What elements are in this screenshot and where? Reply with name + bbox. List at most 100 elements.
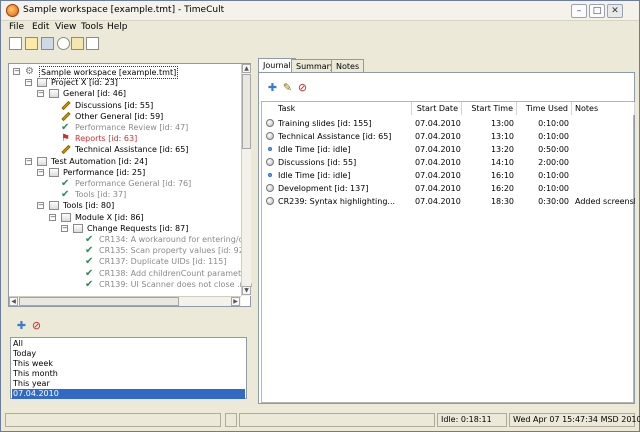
- scroll-right-icon[interactable]: ▶: [231, 297, 240, 306]
- datetime-status: Wed Apr 07 15:47:34 MSD 2010: [509, 413, 640, 427]
- tree-item[interactable]: − Tools [id: 80]: [9, 200, 241, 211]
- folder-icon: [73, 223, 83, 233]
- tree-item[interactable]: − Change Requests [id: 87]: [9, 223, 241, 234]
- menu-tools[interactable]: Tools: [81, 22, 103, 32]
- table-row[interactable]: Idle Time [id: idle] 07.04.2010 13:20 0:50:…: [262, 143, 633, 156]
- filter-item[interactable]: This week: [12, 359, 245, 369]
- tree-item[interactable]: − Module X [id: 86]: [9, 212, 241, 223]
- tree-item[interactable]: Other General [id: 59]: [9, 111, 241, 122]
- new-file-icon[interactable]: [9, 37, 22, 50]
- folder-icon: [49, 201, 59, 211]
- title-bar[interactable]: Sample workspace [example.tmt] - TimeCul…: [1, 1, 639, 21]
- tree-item-label: CR139: UI Scanner does not close .ma: [99, 279, 253, 289]
- status-cell-empty-1: [5, 413, 221, 427]
- menu-edit[interactable]: Edit: [32, 22, 49, 32]
- cell-notes: [572, 130, 635, 143]
- add-filter-icon[interactable]: ✚: [16, 320, 27, 331]
- tree-item-label: CR138: Add childrenCount parameter: [99, 268, 250, 278]
- idle-time-status: Idle: 0:18:11: [437, 413, 507, 427]
- window-title: Sample workspace [example.tmt] - TimeCul…: [23, 5, 225, 15]
- minimize-button[interactable]: –: [571, 4, 587, 18]
- tree-item[interactable]: ✔ CR138: Add childrenCount parameter: [9, 268, 249, 279]
- collapse-icon[interactable]: −: [37, 90, 44, 98]
- tree-item[interactable]: ✔ CR135: Scan property values [id: 92]: [9, 245, 247, 256]
- scroll-left-icon[interactable]: ◀: [9, 297, 18, 306]
- tree-item[interactable]: ✔ Performance Review [id: 47]: [9, 122, 241, 133]
- menu-view[interactable]: View: [55, 22, 76, 32]
- remove-filter-icon[interactable]: ⊘: [31, 320, 42, 331]
- tree-item[interactable]: − Test Automation [id: 24]: [9, 156, 241, 167]
- filter-item[interactable]: This year: [12, 379, 245, 389]
- scroll-up-icon[interactable]: ▲: [242, 64, 251, 73]
- add-entry-icon[interactable]: ✚: [267, 82, 278, 93]
- column-header[interactable]: Time Used: [517, 102, 572, 115]
- table-row[interactable]: Development [id: 137] 07.04.2010 16:20 0:10…: [262, 182, 633, 195]
- table-row[interactable]: CR239: Syntax highlighting... 07.04.2010 1…: [262, 195, 635, 208]
- menu-bar: File Edit View Tools Help: [1, 21, 639, 35]
- filter-item[interactable]: 07.04.2010: [12, 389, 245, 399]
- save-icon[interactable]: [41, 37, 54, 50]
- collapse-icon[interactable]: −: [13, 68, 20, 75]
- tree-item-label: General [id: 46]: [63, 89, 127, 99]
- cell-start: 13:10: [490, 132, 514, 141]
- filter-item[interactable]: All: [12, 339, 245, 349]
- tree-item[interactable]: − Project X [id: 23]: [9, 77, 241, 88]
- delete-entry-icon[interactable]: ⊘: [297, 82, 308, 93]
- maximize-button[interactable]: □: [589, 4, 605, 18]
- cell-used: 0:10:00: [538, 184, 569, 193]
- tree-horizontal-scrollbar[interactable]: ◀ ▶: [9, 296, 241, 306]
- tab-notes[interactable]: Notes: [331, 59, 365, 73]
- cell-notes: [572, 156, 635, 169]
- column-header[interactable]: Start Date: [412, 102, 462, 115]
- table-row[interactable]: Discussions [id: 55] 07.04.2010 14:10 2:00:…: [262, 156, 633, 169]
- column-header[interactable]: Task: [262, 102, 412, 115]
- tree-item[interactable]: − ⚙ Sample workspace [example.tmt]: [9, 66, 241, 79]
- collapse-icon[interactable]: −: [49, 213, 56, 221]
- column-header[interactable]: Notes: [572, 102, 635, 115]
- edit-entry-icon[interactable]: ✎: [282, 82, 293, 93]
- open-folder-icon[interactable]: [25, 37, 38, 50]
- filter-item[interactable]: Today: [12, 349, 245, 359]
- table-row[interactable]: Training slides [id: 155] 07.04.2010 13:00…: [262, 117, 633, 130]
- collapse-icon[interactable]: −: [37, 202, 44, 210]
- check-icon: ✔: [85, 234, 94, 245]
- tree-item[interactable]: Discussions [id: 55]: [9, 100, 241, 111]
- cell-task: Discussions [id: 55]: [278, 158, 357, 167]
- edit-icon[interactable]: [86, 37, 99, 50]
- table-row[interactable]: Technical Assistance [id: 65] 07.04.2010 1…: [262, 130, 633, 143]
- scroll-down-icon[interactable]: ▼: [242, 286, 251, 295]
- settings-gear-icon[interactable]: [57, 37, 70, 50]
- close-button[interactable]: ✕: [607, 4, 623, 18]
- tree-item[interactable]: ✔ Performance General [id: 76]: [9, 178, 241, 189]
- timer-icon[interactable]: [71, 37, 84, 50]
- column-header[interactable]: Start Time: [462, 102, 517, 115]
- tree-vertical-scrollbar[interactable]: ▲ ▼: [241, 64, 251, 296]
- cell-task: Idle Time [id: idle]: [278, 145, 351, 154]
- hscroll-thumb[interactable]: [19, 297, 179, 306]
- status-bar: Idle: 0:18:11 Wed Apr 07 15:47:34 MSD 20…: [1, 410, 640, 432]
- check-icon: ✔: [61, 122, 70, 133]
- collapse-icon[interactable]: −: [25, 157, 32, 165]
- collapse-icon[interactable]: −: [37, 168, 44, 176]
- tree-item[interactable]: − General [id: 46]: [9, 88, 241, 99]
- tree-item-label: Tools [id: 37]: [75, 190, 127, 200]
- tree-item[interactable]: ⚑ Reports [id: 63]: [9, 133, 241, 144]
- pencil-icon: [61, 100, 71, 110]
- tree-item[interactable]: Technical Assistance [id: 65]: [9, 144, 241, 155]
- menu-file[interactable]: File: [9, 22, 24, 32]
- table-row[interactable]: Idle Time [id: idle] 07.04.2010 16:10 0:10:…: [262, 169, 633, 182]
- collapse-icon[interactable]: −: [61, 224, 68, 232]
- filter-item[interactable]: This month: [12, 369, 245, 379]
- filter-list[interactable]: All Today This week This month This year 07.0…: [10, 337, 247, 399]
- menu-help[interactable]: Help: [107, 22, 128, 32]
- tree-item[interactable]: ✔ CR139: UI Scanner does not close .ma: [9, 279, 252, 290]
- tree-item[interactable]: − Performance [id: 25]: [9, 167, 241, 178]
- tree-item[interactable]: ✔ CR137: Duplicate UIDs [id: 115]: [9, 256, 241, 267]
- tree-item-label: Technical Assistance [id: 65]: [75, 145, 189, 155]
- cell-notes: [572, 182, 635, 195]
- cell-date: 07.04.2010: [415, 119, 461, 128]
- tree-item[interactable]: ✔ Tools [id: 37]: [9, 189, 241, 200]
- collapse-icon[interactable]: −: [25, 79, 32, 87]
- scroll-thumb[interactable]: [242, 74, 251, 149]
- tree-item[interactable]: ✔ CR134: A workaround for entering/ch: [9, 234, 248, 245]
